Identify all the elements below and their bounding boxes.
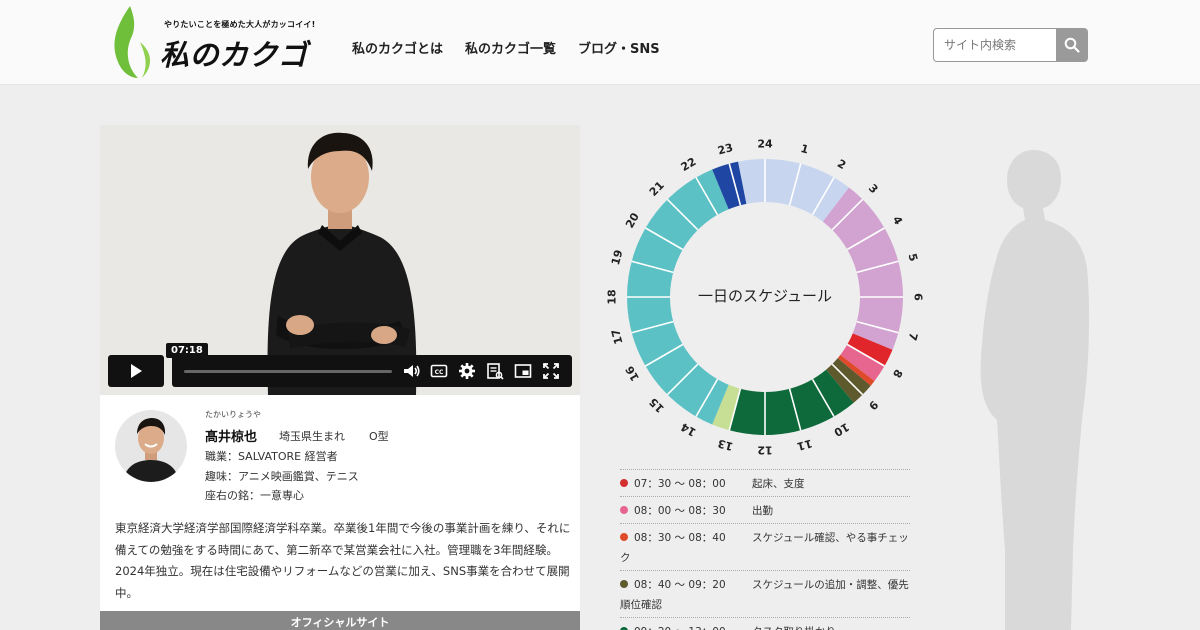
profile-hobby: 趣味：アニメ映画鑑賞、テニス (205, 470, 359, 483)
hour-label: 7 (906, 331, 921, 342)
schedule-item: 09：20 〜 13：00タスク取り掛かり (620, 617, 910, 630)
hour-label: 14 (678, 420, 698, 439)
hour-label: 5 (906, 252, 921, 263)
nav-item-about[interactable]: 私のカクゴとは (352, 38, 443, 57)
hour-label: 8 (890, 367, 905, 380)
schedule-description: 出勤 (752, 505, 773, 517)
hour-label: 9 (866, 398, 881, 413)
search-input[interactable] (933, 28, 1056, 62)
hour-label: 17 (609, 328, 626, 346)
schedule-description: 起床、支度 (752, 478, 805, 490)
profile-motto: 座右の銘：一意専心 (205, 489, 304, 502)
hour-label: 13 (716, 437, 734, 454)
profile-card: たかいりょうや 髙井椋也 埼玉県生まれ O型 職業：SALVATORE 経営者 … (100, 395, 580, 630)
hour-label: 20 (623, 210, 642, 230)
gear-icon[interactable] (458, 362, 476, 380)
site-search (933, 28, 1088, 62)
hour-label: 15 (647, 395, 667, 415)
hour-label: 10 (831, 420, 851, 439)
schedule-time: 08：00 〜 08：30 (634, 505, 726, 517)
video-control-bar: CC (172, 355, 572, 387)
profile-origin: 埼玉県生まれ (279, 430, 345, 443)
fullscreen-icon[interactable] (542, 362, 560, 380)
volume-icon[interactable] (402, 362, 420, 380)
logo-title: 私のカクゴ (160, 38, 308, 72)
schedule-title: 一日のスケジュール (698, 287, 832, 305)
schedule-color-dot (620, 479, 628, 487)
video-player[interactable]: 07:18 CC (100, 125, 580, 395)
schedule-time: 08：40 〜 09：20 (634, 579, 726, 591)
hour-label: 2 (835, 157, 848, 172)
schedule-time: 08：30 〜 08：40 (634, 532, 726, 544)
profile-blood-type: O型 (369, 430, 389, 443)
hour-label: 1 (799, 142, 810, 157)
svg-text:CC: CC (435, 369, 444, 376)
site-logo[interactable]: やりたいことを極めた大人がカッコイイ! 私のカクゴ (108, 4, 328, 80)
hour-label: 21 (647, 179, 667, 199)
schedule-item: 07：30 〜 08：00 起床、支度 (620, 469, 910, 496)
hour-label: 23 (716, 141, 734, 158)
video-progress-bar[interactable] (184, 370, 392, 373)
nav-item-list[interactable]: 私のカクゴ一覧 (465, 38, 556, 57)
schedule-color-dot (620, 506, 628, 514)
name-ruby: たかいりょうや (205, 410, 261, 419)
hour-label: 16 (623, 363, 642, 383)
schedule-item: 08：00 〜 08：30 出勤 (620, 496, 910, 523)
search-button[interactable] (1056, 28, 1088, 62)
profile-occupation: 職業：SALVATORE 経営者 (205, 450, 338, 463)
avatar (115, 410, 187, 482)
main-nav: 私のカクゴとは 私のカクゴ一覧 ブログ・SNS (352, 38, 660, 57)
person-silhouette-image (980, 150, 1090, 630)
hour-label: 24 (757, 138, 773, 151)
search-icon (1064, 37, 1080, 53)
schedule-item: 08：40 〜 09：20 スケジュールの追加・調整、優先順位確認 (620, 570, 910, 617)
picture-in-picture-icon[interactable] (514, 362, 532, 380)
schedule-description: タスク取り掛かり (752, 626, 836, 630)
avatar-person-image (123, 418, 179, 482)
schedule-time: 07：30 〜 08：00 (634, 478, 726, 490)
transcript-icon[interactable] (486, 362, 504, 380)
hour-label: 3 (866, 182, 881, 197)
logo-tagline: やりたいことを極めた大人がカッコイイ! (164, 20, 316, 29)
hour-label: 12 (757, 444, 772, 456)
schedule-time: 09：20 〜 13：00 (634, 622, 752, 630)
schedule-segment (822, 187, 903, 350)
hour-label: 4 (890, 214, 905, 227)
play-button[interactable] (108, 355, 164, 387)
site-header: やりたいことを極めた大人がカッコイイ! 私のカクゴ 私のカクゴとは 私のカクゴ一… (0, 0, 1200, 85)
schedule-color-dot (620, 580, 628, 588)
hour-label: 22 (679, 155, 699, 174)
nav-item-blog-sns[interactable]: ブログ・SNS (578, 38, 660, 57)
profile-name: 髙井椋也 (205, 430, 258, 445)
official-site-button[interactable]: オフィシャルサイト (100, 611, 580, 630)
schedule-item: 08：30 〜 08：40 スケジュール確認、やる事チェック (620, 523, 910, 570)
hour-label: 11 (796, 437, 814, 454)
schedule-list: 07：30 〜 08：00 起床、支度 08：00 〜 08：30 出勤 08：30 〜… (620, 469, 910, 630)
hour-label: 19 (609, 248, 626, 266)
flame-logo-icon (114, 6, 151, 78)
profile-bio: 東京経済大学経済学部国際経済学科卒業。卒業後1年間で今後の事業計画を練り、それに… (115, 521, 571, 600)
play-icon (131, 364, 142, 378)
captions-icon[interactable]: CC (430, 362, 448, 380)
schedule-color-dot (620, 533, 628, 541)
